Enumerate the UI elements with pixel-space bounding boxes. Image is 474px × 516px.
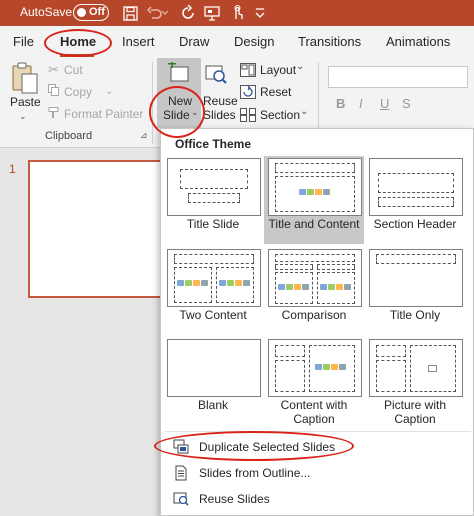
layout-content-with-caption[interactable]: Content with Caption xyxy=(264,337,364,426)
new-slide-label-line2: Slide xyxy=(163,108,190,122)
autosave-label: AutoSave xyxy=(20,5,73,19)
new-slide-button[interactable]: New Slide ⌄ xyxy=(157,58,201,128)
layout-picture-with-caption[interactable]: Picture with Caption xyxy=(365,337,465,426)
reset-button[interactable]: Reset xyxy=(260,85,291,99)
italic-button[interactable]: I xyxy=(359,96,363,111)
format-painter-icon[interactable] xyxy=(48,107,60,119)
clipboard-group-label: Clipboard xyxy=(45,130,93,142)
layout-button[interactable]: Layout xyxy=(260,63,296,77)
layout-title-only[interactable]: Title Only xyxy=(365,247,465,335)
tab-file[interactable]: File xyxy=(13,34,34,49)
tab-transitions[interactable]: Transitions xyxy=(298,34,361,49)
clipboard-launcher-icon[interactable]: ⊿ xyxy=(140,130,148,141)
reuse-slides-label-line1[interactable]: Reuse xyxy=(203,94,238,108)
layout-label: Title and Content xyxy=(268,217,360,231)
layout-label: Comparison xyxy=(281,308,347,322)
layout-thumbnail xyxy=(268,339,362,397)
layout-label: Title Only xyxy=(389,308,441,322)
cut-button[interactable]: Cut xyxy=(64,63,83,77)
underline-button[interactable]: U xyxy=(380,96,389,111)
copy-button[interactable]: Copy xyxy=(64,85,92,99)
tab-insert[interactable]: Insert xyxy=(122,34,155,49)
section-icon[interactable] xyxy=(240,108,256,122)
autosave-toggle-knob xyxy=(77,8,86,17)
slide-thumbnail[interactable] xyxy=(28,160,168,298)
reuse-slides-item[interactable]: Reuse Slides xyxy=(161,487,473,511)
touch-mode-icon[interactable] xyxy=(228,3,248,23)
ribbon-divider xyxy=(152,62,153,144)
new-slide-dropdown: Office Theme Title Slide Title and Conte… xyxy=(160,128,474,516)
start-slideshow-icon[interactable] xyxy=(202,3,222,23)
layout-thumbnail xyxy=(268,158,362,216)
slides-from-outline-label: Slides from Outline... xyxy=(199,466,311,480)
layout-chevron-icon[interactable]: ⌄ xyxy=(296,61,304,72)
section-button[interactable]: Section xyxy=(260,108,300,122)
reuse-slides-icon[interactable] xyxy=(205,64,227,84)
tab-draw[interactable]: Draw xyxy=(179,34,209,49)
layout-blank[interactable]: Blank xyxy=(163,337,263,425)
undo-dropdown-icon[interactable] xyxy=(160,3,170,23)
ribbon-tab-row: File Home Insert Draw Design Transitions… xyxy=(0,26,474,58)
autosave-state: Off xyxy=(89,6,105,18)
duplicate-slides-icon xyxy=(173,439,189,455)
layout-label: Title Slide xyxy=(186,217,240,231)
paste-chevron-icon[interactable]: ⌄ xyxy=(19,111,27,122)
picture-placeholder-icon xyxy=(428,365,437,372)
format-painter-button[interactable]: Format Painter xyxy=(64,107,143,121)
menu-separator xyxy=(165,431,471,432)
layout-thumbnail xyxy=(167,249,261,307)
layout-thumbnail xyxy=(167,158,261,216)
layout-thumbnail xyxy=(369,249,463,307)
tab-animations[interactable]: Animations xyxy=(386,34,450,49)
paste-icon[interactable] xyxy=(10,62,40,96)
new-slide-icon xyxy=(168,60,190,84)
reuse-slides-icon xyxy=(173,491,189,507)
layout-section-header[interactable]: Section Header xyxy=(365,156,465,244)
layout-title-and-content[interactable]: Title and Content xyxy=(264,156,364,244)
active-tab-underline xyxy=(60,54,94,57)
reuse-slides-label: Reuse Slides xyxy=(199,492,270,506)
outline-document-icon xyxy=(173,465,189,481)
reset-icon[interactable] xyxy=(240,85,256,99)
layout-label: Content with Caption xyxy=(280,398,348,426)
layout-comparison[interactable]: Comparison xyxy=(264,247,364,335)
paste-button[interactable]: Paste xyxy=(10,95,41,109)
copy-chevron-icon[interactable]: ⌄ xyxy=(105,86,113,97)
layout-two-content[interactable]: Two Content xyxy=(163,247,263,335)
layout-label: Picture with Caption xyxy=(383,398,447,426)
tab-home[interactable]: Home xyxy=(60,34,96,49)
layout-label: Section Header xyxy=(373,217,457,231)
content-placeholder-icons xyxy=(299,189,330,195)
layout-icon[interactable] xyxy=(240,63,256,77)
layout-thumbnail xyxy=(268,249,362,307)
copy-icon[interactable] xyxy=(48,84,60,96)
title-bar: AutoSave Off xyxy=(0,0,474,26)
layout-label: Two Content xyxy=(179,308,247,322)
reuse-slides-label-line2[interactable]: Slides xyxy=(203,108,236,122)
font-name-box[interactable] xyxy=(328,66,468,88)
office-theme-heading: Office Theme xyxy=(175,137,252,151)
slide-number: 1 xyxy=(9,162,16,176)
redo-icon[interactable] xyxy=(178,3,198,23)
duplicate-selected-slides-label: Duplicate Selected Slides xyxy=(199,440,336,454)
new-slide-label-line1: New xyxy=(168,94,193,108)
duplicate-selected-slides-item[interactable]: Duplicate Selected Slides xyxy=(161,435,473,459)
cut-icon[interactable]: ✂ xyxy=(48,62,59,78)
layout-thumbnail xyxy=(167,339,261,397)
layout-title-slide[interactable]: Title Slide xyxy=(163,156,263,244)
customize-chevron-icon[interactable] xyxy=(250,3,270,23)
layout-thumbnail xyxy=(369,158,463,216)
autosave-toggle[interactable]: Off xyxy=(73,4,109,21)
bold-button[interactable]: B xyxy=(336,96,345,111)
section-chevron-icon[interactable]: ⌄ xyxy=(300,106,308,117)
slides-from-outline-item[interactable]: Slides from Outline... xyxy=(161,461,473,485)
layout-label: Blank xyxy=(197,398,229,412)
save-icon[interactable] xyxy=(120,3,140,23)
shadow-button[interactable]: S xyxy=(402,96,411,111)
layout-thumbnail xyxy=(369,339,463,397)
tab-design[interactable]: Design xyxy=(234,34,274,49)
new-slide-chevron-icon: ⌄ xyxy=(191,107,199,117)
